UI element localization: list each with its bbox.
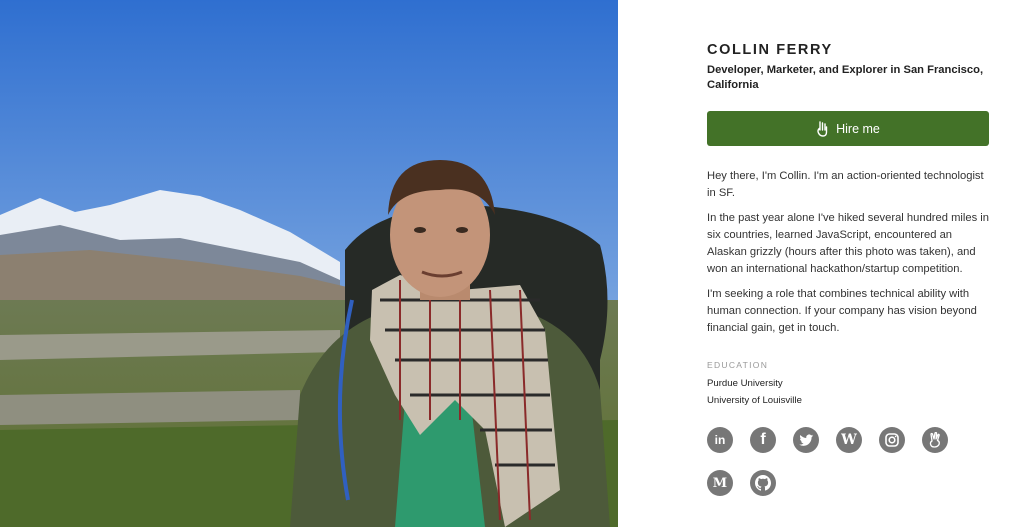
linkedin-icon[interactable]: in — [707, 427, 733, 453]
profile-tagline: Developer, Marketer, and Explorer in San… — [707, 64, 984, 91]
profile-photo — [0, 0, 618, 527]
facebook-icon[interactable]: f — [750, 427, 776, 453]
profile-panel: COLLIN FERRY Developer, Marketer, and Ex… — [618, 0, 1024, 527]
facebook-glyph: f — [760, 431, 766, 448]
wordpress-glyph: W — [841, 432, 857, 448]
bio-paragraph: Hey there, I'm Collin. I'm an action-ori… — [707, 170, 984, 199]
school-item: University of Louisville — [707, 395, 802, 406]
education-list: Purdue University University of Louisvil… — [707, 375, 802, 409]
instagram-icon[interactable] — [879, 427, 905, 453]
handshake-icon — [816, 120, 828, 137]
linkedin-glyph: in — [714, 433, 726, 447]
school-item: Purdue University — [707, 378, 783, 389]
angellist-icon[interactable] — [922, 427, 948, 453]
bio: Hey there, I'm Collin. I'm an action-ori… — [707, 168, 992, 345]
social-links: in f W M — [707, 427, 967, 496]
hire-me-button[interactable]: Hire me — [707, 111, 989, 146]
bio-paragraph: In the past year alone I've hiked severa… — [707, 212, 989, 275]
bio-paragraph: I'm seeking a role that combines technic… — [707, 288, 977, 334]
hire-me-label: Hire me — [836, 121, 880, 136]
medium-glyph: M — [712, 475, 728, 491]
medium-icon[interactable]: M — [707, 470, 733, 496]
education-heading: EDUCATION — [707, 360, 769, 370]
wordpress-icon[interactable]: W — [836, 427, 862, 453]
profile-name: COLLIN FERRY — [707, 42, 833, 58]
twitter-icon[interactable] — [793, 427, 819, 453]
github-icon[interactable] — [750, 470, 776, 496]
